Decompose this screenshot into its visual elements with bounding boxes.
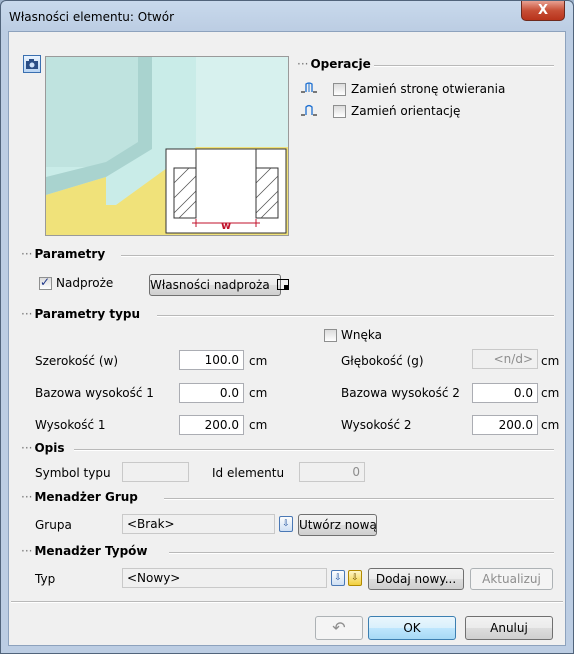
- lintel-checkbox[interactable]: [39, 275, 52, 290]
- type-parameters-rule: [157, 315, 554, 317]
- lintel-label[interactable]: Nadproże: [56, 276, 113, 290]
- window-title: Własności elementu: Otwór: [9, 10, 175, 24]
- group-label: Grupa: [35, 518, 72, 532]
- width-unit: cm: [249, 354, 268, 368]
- base-height-2-field[interactable]: 0.0: [472, 383, 538, 403]
- type-label: Typ: [35, 572, 56, 586]
- cancel-button[interactable]: Anuluj: [465, 616, 553, 640]
- height-2-field[interactable]: 200.0: [472, 415, 538, 435]
- dialog-window: Własności elementu: Otwór X w ··· Operac…: [0, 0, 574, 654]
- ok-button[interactable]: OK: [368, 616, 456, 640]
- width-label: Szerokość (w): [35, 354, 119, 368]
- base-height-1-label: Bazowa wysokość 1: [35, 386, 154, 400]
- element-id-field[interactable]: 0: [299, 462, 365, 482]
- add-new-type-button[interactable]: Dodaj nowy...: [368, 568, 464, 590]
- title-bar[interactable]: Własności elementu: Otwór X: [1, 1, 573, 31]
- type-symbol-field[interactable]: [122, 462, 189, 482]
- height-1-field[interactable]: 200.0: [179, 415, 244, 435]
- update-type-button[interactable]: Aktualizuj: [470, 568, 553, 590]
- swap-side-icon: [299, 80, 319, 96]
- depth-label: Głębokość (g): [341, 354, 424, 368]
- swap-side-label[interactable]: Zamień stronę otwierania: [351, 82, 505, 96]
- height-1-unit: cm: [249, 418, 268, 432]
- depth-unit: cm: [541, 354, 560, 368]
- operations-header: ··· Operacje: [297, 57, 371, 71]
- swap-orientation-icon: [299, 102, 319, 118]
- parameters-header: ··· Parametry: [21, 247, 106, 261]
- niche-checkbox[interactable]: [324, 329, 337, 342]
- group-manager-rule: [164, 498, 554, 500]
- undo-icon: ↶: [332, 618, 346, 637]
- height-1-label: Wysokość 1: [35, 418, 106, 432]
- type-manager-rule: [169, 552, 554, 554]
- create-new-group-button[interactable]: Utwórz nową: [298, 514, 377, 536]
- type-symbol-label: Symbol typu: [35, 466, 111, 480]
- height-2-label: Wysokość 2: [341, 418, 412, 432]
- swap-orientation-label[interactable]: Zamień orientację: [351, 104, 460, 118]
- preview-dimension-label: w: [221, 219, 232, 232]
- swap-side-checkbox[interactable]: [333, 83, 346, 96]
- base-height-2-unit: cm: [541, 386, 560, 400]
- parameters-rule: [121, 255, 554, 257]
- type-pick-icon[interactable]: ⇩: [331, 570, 345, 586]
- description-header: ··· Opis: [21, 441, 65, 455]
- depth-field[interactable]: <n/d>: [472, 349, 538, 369]
- undo-button[interactable]: ↶: [315, 616, 363, 640]
- height-2-unit: cm: [541, 418, 560, 432]
- swap-orientation-checkbox[interactable]: [333, 105, 346, 118]
- lintel-properties-button[interactable]: Własności nadproża: [149, 274, 289, 296]
- footer-rule: [11, 601, 563, 603]
- group-pick-icon[interactable]: ⇩: [279, 516, 293, 532]
- preview-camera-button[interactable]: [23, 55, 41, 73]
- open-dialog-icon: [276, 279, 289, 290]
- operations-rule: [374, 65, 554, 67]
- base-height-2-label: Bazowa wysokość 2: [341, 386, 460, 400]
- type-parameters-header: ··· Parametry typu: [21, 307, 141, 321]
- group-field[interactable]: <Brak>: [122, 514, 275, 534]
- close-button[interactable]: X: [521, 1, 565, 21]
- base-height-1-field[interactable]: 0.0: [179, 383, 244, 403]
- dialog-body: w ··· Operacje Zamień stronę otwierania Z…: [8, 31, 566, 646]
- type-save-icon[interactable]: ⇩: [348, 570, 362, 586]
- camera-icon: [26, 59, 38, 69]
- niche-label[interactable]: Wnęka: [341, 328, 382, 342]
- preview-image: w: [45, 56, 289, 236]
- width-field[interactable]: 100.0: [179, 350, 244, 370]
- base-height-1-unit: cm: [249, 386, 268, 400]
- element-id-label: Id elementu: [212, 466, 285, 480]
- description-rule: [74, 449, 554, 451]
- type-manager-header: ··· Menadżer Typów: [21, 544, 148, 558]
- group-manager-header: ··· Menadżer Grup: [21, 490, 138, 504]
- type-field[interactable]: <Nowy>: [122, 568, 327, 588]
